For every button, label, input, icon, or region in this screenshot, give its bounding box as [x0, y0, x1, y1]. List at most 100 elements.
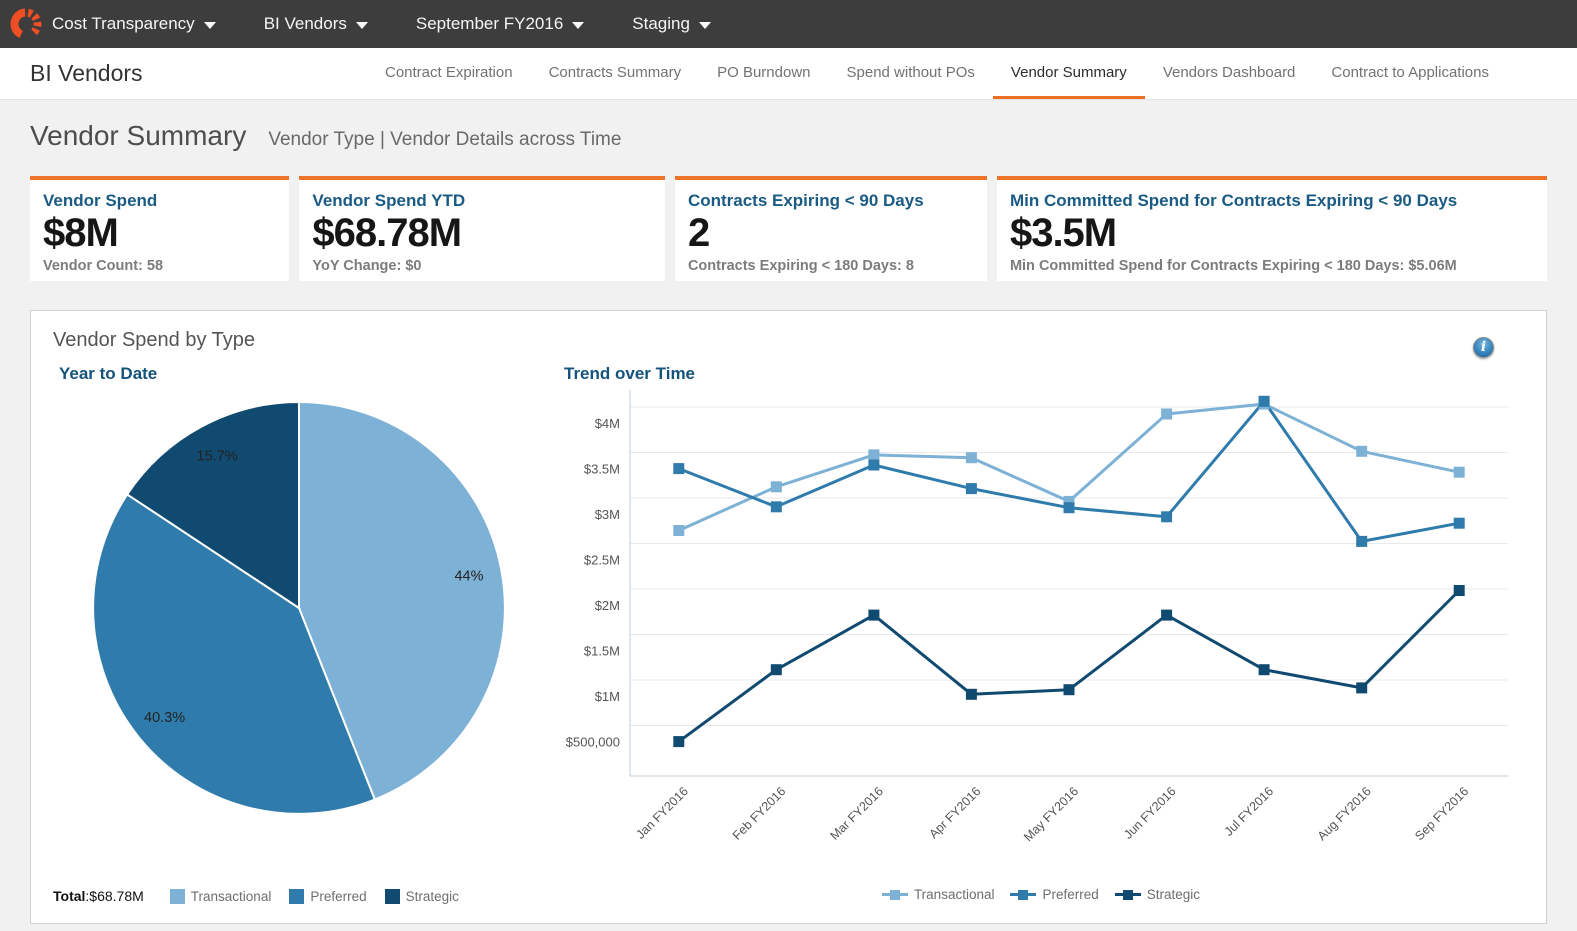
page-title: Vendor Summary — [30, 120, 247, 151]
nav-label: Staging — [632, 14, 690, 33]
svg-text:$4M: $4M — [595, 416, 620, 431]
pie-footer: Total: $68.78M Transactional Preferred S… — [53, 888, 558, 906]
legend-label: Preferred — [310, 888, 367, 904]
kpi-card-contracts-expiring: Contracts Expiring < 90 Days 2 Contracts… — [674, 176, 987, 281]
tab-spend-without-pos[interactable]: Spend without POs — [829, 48, 993, 99]
pie-total-value: $68.78M — [89, 888, 144, 904]
svg-text:40.3%: 40.3% — [144, 710, 185, 726]
kpi-value: 2 — [687, 211, 710, 255]
strategic-line-swatch — [1114, 889, 1141, 900]
nav-label: Cost Transparency — [52, 14, 195, 33]
tab-vendor-summary[interactable]: Vendor Summary — [992, 48, 1145, 99]
legend-item-transactional[interactable]: Transactional — [881, 887, 995, 902]
pie-chart-title: Year to Date — [59, 364, 158, 383]
legend-item-strategic[interactable]: Strategic — [1114, 887, 1201, 902]
pie-column: Year to Date 44% 40.3% 15.7% Total: $68.78M… — [53, 358, 558, 906]
svg-text:Jul FY2016: Jul FY2016 — [1222, 784, 1277, 839]
kpi-card-vendor-spend: Vendor Spend $8M Vendor Count: 58 — [30, 176, 290, 281]
kpi-value: $8M — [43, 211, 119, 255]
svg-text:Apr FY2016: Apr FY2016 — [926, 784, 983, 841]
legend-label: Preferred — [1042, 887, 1099, 902]
tab-bar: Contract Expiration Contracts Summary PO… — [367, 48, 1507, 99]
svg-text:$2M: $2M — [595, 598, 620, 613]
kpi-title: Min Committed Spend for Contracts Expiri… — [1009, 191, 1458, 210]
kpi-title: Vendor Spend — [43, 191, 158, 210]
legend-item-preferred[interactable]: Preferred — [289, 888, 367, 904]
kpi-card-vendor-spend-ytd: Vendor Spend YTD $68.78M YoY Change: $0 — [299, 176, 665, 281]
trend-legend: Transactional Preferred Strategic — [558, 887, 1524, 906]
report-header: BI Vendors Contract Expiration Contracts… — [0, 48, 1577, 100]
pie-legend: Transactional Preferred Strategic — [169, 888, 459, 904]
kpi-card-row: Vendor Spend $8M Vendor Count: 58 Vendor… — [30, 176, 1547, 281]
svg-text:$1.5M: $1.5M — [584, 644, 620, 659]
tab-contracts-summary[interactable]: Contracts Summary — [531, 48, 700, 99]
legend-label: Transactional — [913, 887, 995, 902]
tab-contract-to-applications[interactable]: Contract to Applications — [1313, 48, 1507, 99]
top-navigation-bar: Cost Transparency BI Vendors September F… — [0, 0, 1577, 48]
strategic-marker-swatch — [1122, 889, 1133, 900]
nav-dropdown-environment[interactable]: Staging — [632, 14, 711, 34]
kpi-value: $3.5M — [1009, 211, 1117, 255]
legend-label: Strategic — [405, 888, 459, 904]
kpi-subtitle: Contracts Expiring < 180 Days: 8 — [687, 257, 914, 274]
kpi-card-min-committed-spend: Min Committed Spend for Contracts Expiri… — [996, 176, 1547, 281]
kpi-subtitle: Vendor Count: 58 — [43, 257, 164, 274]
legend-label: Transactional — [190, 888, 272, 904]
kpi-title: Vendor Spend YTD — [312, 191, 466, 210]
nav-dropdown-period[interactable]: September FY2016 — [415, 14, 585, 34]
preferred-line-swatch — [1010, 889, 1037, 900]
transactional-marker-swatch — [889, 889, 900, 900]
panel-title: Vendor Spend by Type — [53, 329, 256, 351]
chart-columns: Year to Date 44% 40.3% 15.7% Total: $68.78M… — [53, 358, 1524, 906]
kpi-value: $68.78M — [312, 211, 462, 255]
pie-total-label: Total — [53, 888, 86, 904]
svg-text:$3.5M: $3.5M — [584, 462, 620, 477]
kpi-subtitle: YoY Change: $0 — [312, 257, 422, 274]
svg-text:Aug FY2016: Aug FY2016 — [1315, 784, 1374, 843]
trend-chart-title: Trend over Time — [564, 364, 696, 383]
trend-column: Trend over Time $4M $3.5M $3M $2.5M $2M $1.5M… — [558, 358, 1524, 906]
svg-text:Mar FY2016: Mar FY2016 — [827, 784, 886, 843]
apptio-logo[interactable] — [0, 7, 52, 41]
caret-down-icon — [355, 21, 368, 29]
tab-po-burndown[interactable]: PO Burndown — [699, 48, 828, 99]
report-title: BI Vendors — [30, 60, 143, 86]
nav-dropdown-cost-transparency[interactable]: Cost Transparency — [52, 14, 216, 34]
svg-text:$3M: $3M — [595, 507, 620, 522]
legend-item-preferred[interactable]: Preferred — [1010, 887, 1099, 902]
preferred-marker-swatch — [1018, 889, 1029, 900]
caret-down-icon — [203, 21, 216, 29]
svg-text:$2.5M: $2.5M — [584, 553, 620, 568]
transactional-line-swatch — [881, 889, 908, 900]
kpi-title: Contracts Expiring < 90 Days — [687, 191, 924, 210]
pie-chart: 44% 40.3% 15.7% — [92, 401, 506, 815]
legend-item-strategic[interactable]: Strategic — [384, 888, 459, 904]
caret-down-icon — [572, 21, 585, 29]
kpi-subtitle: Min Committed Spend for Contracts Expiri… — [1009, 257, 1457, 274]
trend-chart: $4M $3.5M $3M $2.5M $2M $1.5M $1M $500,000 Jan F… — [566, 390, 1508, 844]
svg-text:15.7%: 15.7% — [197, 449, 238, 465]
logo-icon — [10, 8, 42, 40]
transactional-swatch — [169, 888, 185, 904]
info-icon[interactable]: i — [1473, 337, 1494, 358]
nav-label: September FY2016 — [415, 14, 564, 33]
preferred-swatch — [289, 888, 305, 904]
tab-vendors-dashboard[interactable]: Vendors Dashboard — [1145, 48, 1314, 99]
svg-text:Jan FY2016: Jan FY2016 — [633, 784, 691, 842]
svg-text:Feb FY2016: Feb FY2016 — [730, 784, 789, 843]
nav-dropdown-bi-vendors[interactable]: BI Vendors — [264, 14, 368, 34]
legend-item-transactional[interactable]: Transactional — [169, 888, 272, 904]
svg-text:44%: 44% — [454, 569, 483, 585]
strategic-swatch — [384, 888, 400, 904]
tab-contract-expiration[interactable]: Contract Expiration — [367, 48, 531, 99]
vendor-spend-by-type-panel: Vendor Spend by Type i Year to Date 44% 4… — [30, 310, 1547, 924]
svg-text:$500,000: $500,000 — [566, 735, 620, 750]
caret-down-icon — [698, 21, 711, 29]
page-content: Vendor Summary Vendor Type | Vendor Deta… — [0, 120, 1577, 924]
page-subtitle: Vendor Type | Vendor Details across Time — [268, 129, 622, 150]
legend-label: Strategic — [1146, 887, 1201, 902]
svg-text:Sep FY2016: Sep FY2016 — [1412, 784, 1471, 843]
svg-text:$1M: $1M — [595, 689, 620, 704]
svg-text:May FY2016: May FY2016 — [1021, 784, 1081, 844]
nav-label: BI Vendors — [263, 14, 347, 33]
